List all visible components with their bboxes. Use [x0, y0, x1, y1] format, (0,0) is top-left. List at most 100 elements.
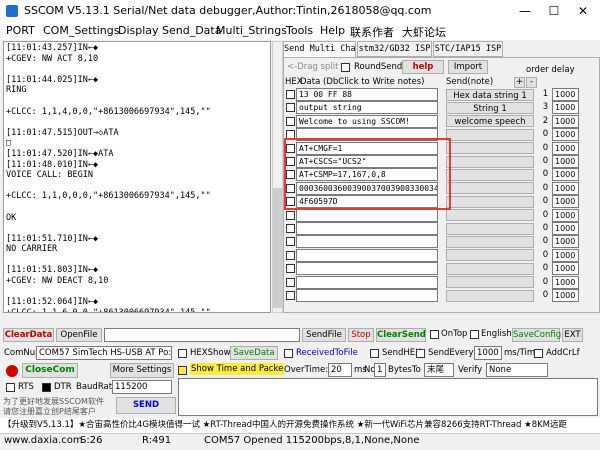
send-text-input[interactable]: [178, 378, 598, 416]
row-delay-input[interactable]: 1000: [552, 128, 579, 142]
row-send-button[interactable]: welcome speech: [446, 115, 534, 128]
menu-multi-strings[interactable]: Multi_Strings: [216, 24, 287, 37]
row-send-button[interactable]: [446, 142, 534, 155]
remove-row-button[interactable]: -: [526, 77, 537, 88]
row-data-input[interactable]: 13 00 FF 88: [296, 88, 438, 101]
received-to-file-checkbox[interactable]: [284, 349, 293, 358]
row-data-input[interactable]: [296, 289, 438, 302]
english-checkbox[interactable]: [470, 330, 479, 339]
row-hex-checkbox[interactable]: [286, 116, 295, 126]
row-hex-checkbox[interactable]: [286, 103, 295, 113]
file-path-input[interactable]: [104, 328, 300, 342]
drag-split-label[interactable]: <-Drag split: [287, 62, 338, 72]
row-data-input[interactable]: [296, 275, 438, 289]
row-delay-input[interactable]: 1000: [552, 275, 579, 289]
help-button[interactable]: help: [402, 60, 444, 74]
row-hex-checkbox[interactable]: [286, 291, 295, 300]
row-order-value[interactable]: 2: [541, 115, 550, 128]
row-delay-input[interactable]: 1000: [552, 101, 579, 115]
end-select[interactable]: 末尾: [424, 363, 454, 377]
row-delay-input[interactable]: 1000: [552, 262, 579, 276]
save-data-button[interactable]: SaveData: [230, 346, 278, 360]
row-order-value[interactable]: 0: [541, 209, 550, 222]
roundsend-checkbox[interactable]: [341, 63, 350, 72]
row-hex-checkbox[interactable]: [286, 210, 295, 220]
send-button[interactable]: SEND: [116, 397, 176, 414]
menu-tools[interactable]: Tools: [286, 24, 313, 37]
row-data-input[interactable]: [296, 235, 438, 249]
menu-port[interactable]: PORT: [6, 24, 35, 37]
row-delay-input[interactable]: 1000: [552, 155, 579, 168]
row-send-button[interactable]: [446, 168, 534, 181]
maximize-icon[interactable]: ☐: [541, 2, 567, 20]
row-order-value[interactable]: 0: [541, 249, 550, 262]
row-data-input[interactable]: Welcome to using SSCOM!: [296, 114, 438, 128]
minimize-icon[interactable]: —: [512, 2, 538, 20]
row-data-input[interactable]: [296, 208, 438, 222]
receive-log[interactable]: [11:01:43.257]IN←◆ +CGEV: NW ACT 8,10 [11:…: [3, 41, 271, 313]
row-hex-checkbox[interactable]: [286, 224, 295, 233]
clear-send-button[interactable]: ClearSend: [376, 328, 426, 342]
baud-select[interactable]: 115200: [112, 380, 172, 394]
row-hex-checkbox[interactable]: [286, 277, 295, 287]
row-delay-input[interactable]: 1000: [552, 114, 579, 128]
row-send-button[interactable]: [446, 155, 534, 168]
row-data-input[interactable]: output string: [296, 101, 438, 115]
clear-data-button[interactable]: ClearData: [3, 328, 54, 342]
menu-help[interactable]: Help: [320, 24, 345, 37]
row-send-button[interactable]: [446, 249, 534, 262]
com-port-select[interactable]: COM57 SimTech HS-USB AT Po:: [36, 346, 172, 360]
menu-contact-author[interactable]: 联系作者: [350, 24, 394, 40]
row-order-value[interactable]: 1: [541, 88, 550, 101]
dtr-checkbox[interactable]: [42, 383, 51, 392]
send-every-checkbox[interactable]: [416, 349, 425, 358]
close-com-button[interactable]: CloseCom: [22, 363, 78, 378]
news-marquee[interactable]: 【升级到V5.13.1】★合宙高性价比4G模块值得一试 ★RT-Thread中国…: [0, 418, 600, 433]
row-order-value[interactable]: 0: [541, 142, 550, 155]
send-hex-checkbox[interactable]: [370, 349, 379, 358]
row-delay-input[interactable]: 1000: [552, 235, 579, 249]
row-order-value[interactable]: 0: [541, 289, 550, 302]
tab-stc-isp[interactable]: STC/IAP15 ISP: [433, 41, 503, 57]
row-hex-checkbox[interactable]: [286, 250, 295, 260]
row-hex-checkbox[interactable]: [286, 237, 295, 247]
row-data-input[interactable]: [296, 222, 438, 235]
row-send-button[interactable]: Hex data string 1: [446, 88, 534, 101]
menu-com-settings[interactable]: COM_Settings: [43, 24, 119, 37]
row-hex-checkbox[interactable]: [286, 264, 295, 274]
stop-button[interactable]: Stop: [348, 328, 374, 342]
add-row-button[interactable]: +: [514, 77, 525, 88]
verify-select[interactable]: None: [486, 363, 548, 377]
row-send-button[interactable]: [446, 276, 534, 289]
row-order-value[interactable]: 0: [541, 182, 550, 195]
row-send-button[interactable]: [446, 209, 534, 222]
row-send-button[interactable]: [446, 222, 534, 235]
row-order-value[interactable]: 3: [541, 101, 550, 114]
row-order-value[interactable]: 0: [541, 276, 550, 289]
row-order-value[interactable]: 0: [541, 222, 550, 235]
row-send-button[interactable]: [446, 289, 534, 302]
row-delay-input[interactable]: 1000: [552, 248, 579, 262]
send-file-button[interactable]: SendFile: [302, 328, 346, 342]
menu-display[interactable]: Display: [118, 24, 159, 37]
row-delay-input[interactable]: 1000: [552, 141, 579, 155]
row-data-input[interactable]: [296, 248, 438, 262]
tab-send-multi-char[interactable]: Send Multi Char: [283, 41, 361, 58]
row-order-value[interactable]: 0: [541, 168, 550, 181]
row-order-value[interactable]: 0: [541, 235, 550, 248]
more-settings-button[interactable]: More Settings: [110, 363, 174, 378]
row-order-value[interactable]: 0: [541, 262, 550, 275]
row-send-button[interactable]: [446, 262, 534, 275]
no-input[interactable]: 1: [374, 363, 386, 377]
row-send-button[interactable]: [446, 195, 534, 208]
row-send-button[interactable]: String 1: [446, 101, 534, 114]
close-icon[interactable]: ✕: [570, 2, 596, 20]
on-top-checkbox[interactable]: [430, 330, 439, 339]
menu-send-data[interactable]: Send_Data: [162, 24, 221, 37]
row-delay-input[interactable]: 1000: [552, 88, 579, 101]
over-time-input[interactable]: 20: [328, 363, 352, 377]
row-data-input[interactable]: [296, 262, 438, 276]
row-delay-input[interactable]: 1000: [552, 289, 579, 302]
row-send-button[interactable]: [446, 128, 534, 141]
hex-show-checkbox[interactable]: [178, 349, 187, 358]
